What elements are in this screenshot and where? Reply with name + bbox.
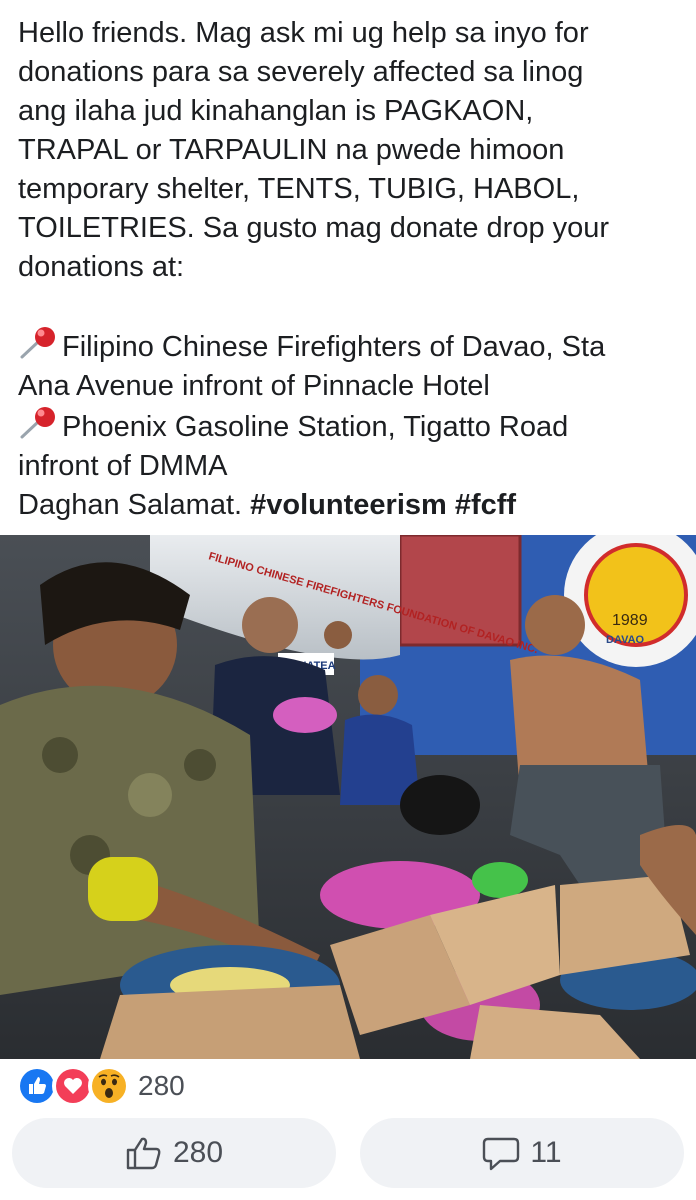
comment-button[interactable]: 11 xyxy=(360,1118,684,1188)
thumbs-up-icon xyxy=(126,1137,161,1170)
post-line: Hello friends. Mag ask mi ug help sa iny… xyxy=(18,17,589,49)
like-button[interactable]: 280 xyxy=(12,1118,336,1188)
location-2-line-2: infront of DMMA xyxy=(18,450,228,482)
comment-icon xyxy=(483,1137,520,1171)
hashtag-volunteerism[interactable]: #volunteerism xyxy=(250,489,447,521)
post-line: temporary shelter, TENTS, TUBIG, HABOL, xyxy=(18,173,580,205)
closing-text: Daghan Salamat. xyxy=(18,489,243,521)
logo-year: 1989 xyxy=(612,612,648,629)
location-2: Phoenix Gasoline Station, Tigatto Road xyxy=(18,406,682,447)
wow-icon xyxy=(88,1065,130,1107)
post-line: donations para sa severely affected sa l… xyxy=(18,56,584,88)
post-paragraph: Hello friends. Mag ask mi ug help sa iny… xyxy=(18,14,682,287)
like-count: 280 xyxy=(172,1136,224,1169)
post-photo[interactable]: FILIPINO CHINESE FIREFIGHTERS FOUNDATION… xyxy=(0,535,696,1059)
location-1-line-1: Filipino Chinese Firefighters of Davao, … xyxy=(62,331,606,363)
location-1: Filipino Chinese Firefighters of Davao, … xyxy=(18,326,682,367)
location-2-line-1: Phoenix Gasoline Station, Tigatto Road xyxy=(62,411,569,443)
post-text: Hello friends. Mag ask mi ug help sa iny… xyxy=(18,14,682,525)
reaction-count: 280 xyxy=(138,1070,185,1101)
reactions-summary[interactable]: 280 xyxy=(16,1065,185,1107)
round-pushpin-icon xyxy=(20,407,55,439)
post-line: TRAPAL or TARPAULIN na pwede himoon xyxy=(18,134,565,166)
round-pushpin-icon xyxy=(20,327,55,359)
post-line: TOILETRIES. Sa gusto mag donate drop you… xyxy=(18,212,610,244)
comment-count: 11 xyxy=(530,1136,562,1169)
post-line: ang ilaha jud kinahanglan is PAGKAON, xyxy=(18,95,534,127)
logo-city: DAVAO xyxy=(606,634,645,646)
action-bar: 280 11 xyxy=(0,1118,696,1190)
post-line: donations at: xyxy=(18,251,185,283)
hashtag-fcff[interactable]: #fcff xyxy=(455,489,516,521)
closing-line: Daghan Salamat. #volunteerism #fcff xyxy=(18,486,682,525)
location-1-line-2: Ana Avenue infront of Pinnacle Hotel xyxy=(18,370,490,402)
